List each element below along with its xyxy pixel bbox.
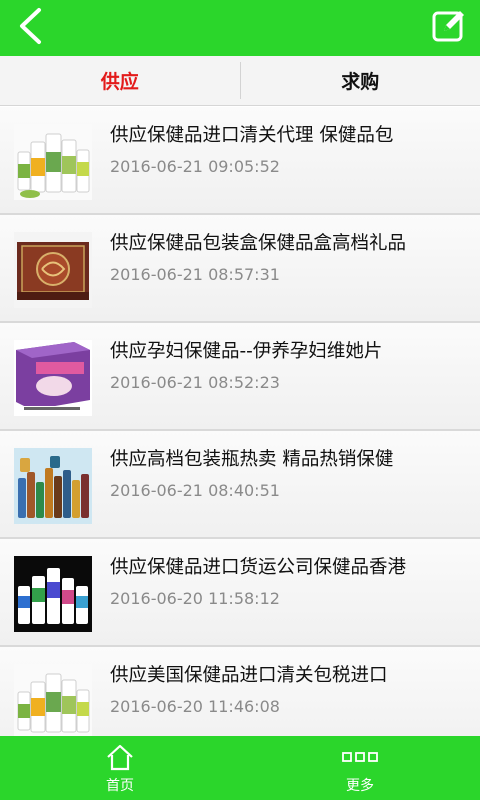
- bottom-nav: 首页 更多: [0, 736, 480, 800]
- nav-home-button[interactable]: 首页: [0, 736, 240, 800]
- item-title: 供应保健品进口清关代理 保健品包: [110, 125, 394, 146]
- edit-icon: [431, 8, 467, 48]
- tab-supply[interactable]: 供应: [0, 56, 240, 105]
- product-thumbnail: [14, 124, 92, 200]
- item-title: 供应保健品进口货运公司保健品香港: [110, 557, 407, 578]
- top-bar: [0, 0, 480, 56]
- nav-home-label: 首页: [106, 777, 134, 794]
- tab-bar: 供应 求购: [0, 56, 480, 106]
- item-title: 供应孕妇保健品--伊养孕妇维她片: [110, 341, 383, 362]
- list-item[interactable]: 供应美国保健品进口清关包税进口 2016-06-20 11:46:08: [0, 647, 480, 736]
- product-thumbnail: [14, 232, 92, 308]
- edit-button[interactable]: [428, 7, 470, 49]
- item-title: 供应保健品包装盒保健品盒高档礼品: [110, 233, 407, 254]
- item-date: 2016-06-21 08:57:31: [110, 265, 280, 284]
- item-date: 2016-06-21 08:40:51: [110, 481, 280, 500]
- more-icon: [342, 742, 378, 772]
- list-item[interactable]: 供应保健品包装盒保健品盒高档礼品 2016-06-21 08:57:31: [0, 215, 480, 323]
- product-thumbnail: [14, 448, 92, 524]
- list-item[interactable]: 供应高档包装瓶热卖 精品热销保健 2016-06-21 08:40:51: [0, 431, 480, 539]
- item-date: 2016-06-21 09:05:52: [110, 157, 280, 176]
- list-item[interactable]: 供应保健品进口货运公司保健品香港 2016-06-20 11:58:12: [0, 539, 480, 647]
- nav-more-label: 更多: [346, 777, 374, 794]
- nav-more-button[interactable]: 更多: [240, 736, 480, 800]
- tab-purchase[interactable]: 求购: [241, 56, 480, 105]
- product-thumbnail: [14, 664, 92, 736]
- product-list[interactable]: 供应保健品进口清关代理 保健品包 2016-06-21 09:05:52 供应保…: [0, 107, 480, 736]
- product-thumbnail: [14, 556, 92, 632]
- item-title: 供应高档包装瓶热卖 精品热销保健: [110, 449, 394, 470]
- home-icon: [105, 742, 135, 772]
- product-thumbnail: [14, 340, 92, 416]
- item-date: 2016-06-20 11:58:12: [110, 589, 280, 608]
- list-item[interactable]: 供应保健品进口清关代理 保健品包 2016-06-21 09:05:52: [0, 107, 480, 215]
- back-button[interactable]: [10, 6, 50, 50]
- chevron-left-icon: [17, 7, 43, 49]
- list-item[interactable]: 供应孕妇保健品--伊养孕妇维她片 2016-06-21 08:52:23: [0, 323, 480, 431]
- item-date: 2016-06-20 11:46:08: [110, 697, 280, 716]
- item-date: 2016-06-21 08:52:23: [110, 373, 280, 392]
- item-title: 供应美国保健品进口清关包税进口: [110, 665, 388, 686]
